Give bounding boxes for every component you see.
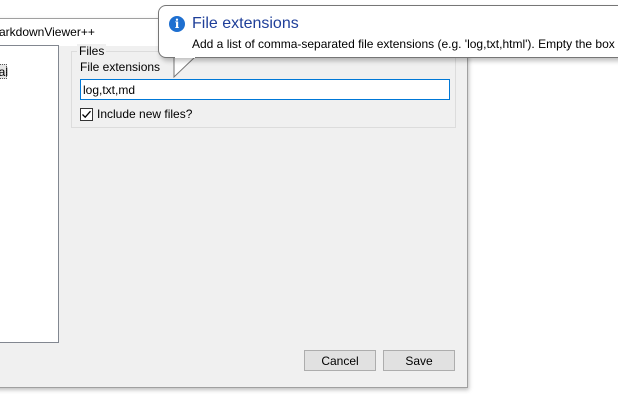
info-icon: i	[169, 16, 185, 32]
settings-tree[interactable]: eral IL	[0, 45, 59, 343]
groupbox-legend: Files	[77, 44, 107, 58]
tooltip-title: File extensions	[192, 15, 299, 32]
tree-item-general[interactable]: eral	[0, 64, 9, 79]
screen: arkdownViewer++ eral IL Files File exten…	[0, 0, 618, 394]
include-new-files-label: Include new files?	[97, 107, 193, 121]
include-new-files-checkbox[interactable]	[80, 107, 93, 121]
balloon-tooltip: i File extensions Add a list of comma-se…	[158, 5, 618, 58]
save-button[interactable]: Save	[383, 350, 455, 371]
checkmark-icon	[82, 110, 91, 118]
window-title: arkdownViewer++	[0, 25, 95, 39]
options-dialog: arkdownViewer++ eral IL Files File exten…	[0, 18, 468, 388]
tooltip-body: Add a list of comma-separated file exten…	[192, 37, 618, 51]
cancel-button[interactable]: Cancel	[304, 350, 376, 371]
tree-item-label: eral	[0, 65, 9, 79]
include-new-files-row[interactable]: Include new files?	[80, 106, 192, 122]
file-extensions-input[interactable]	[80, 79, 450, 100]
file-extensions-label: File extensions	[80, 60, 161, 74]
